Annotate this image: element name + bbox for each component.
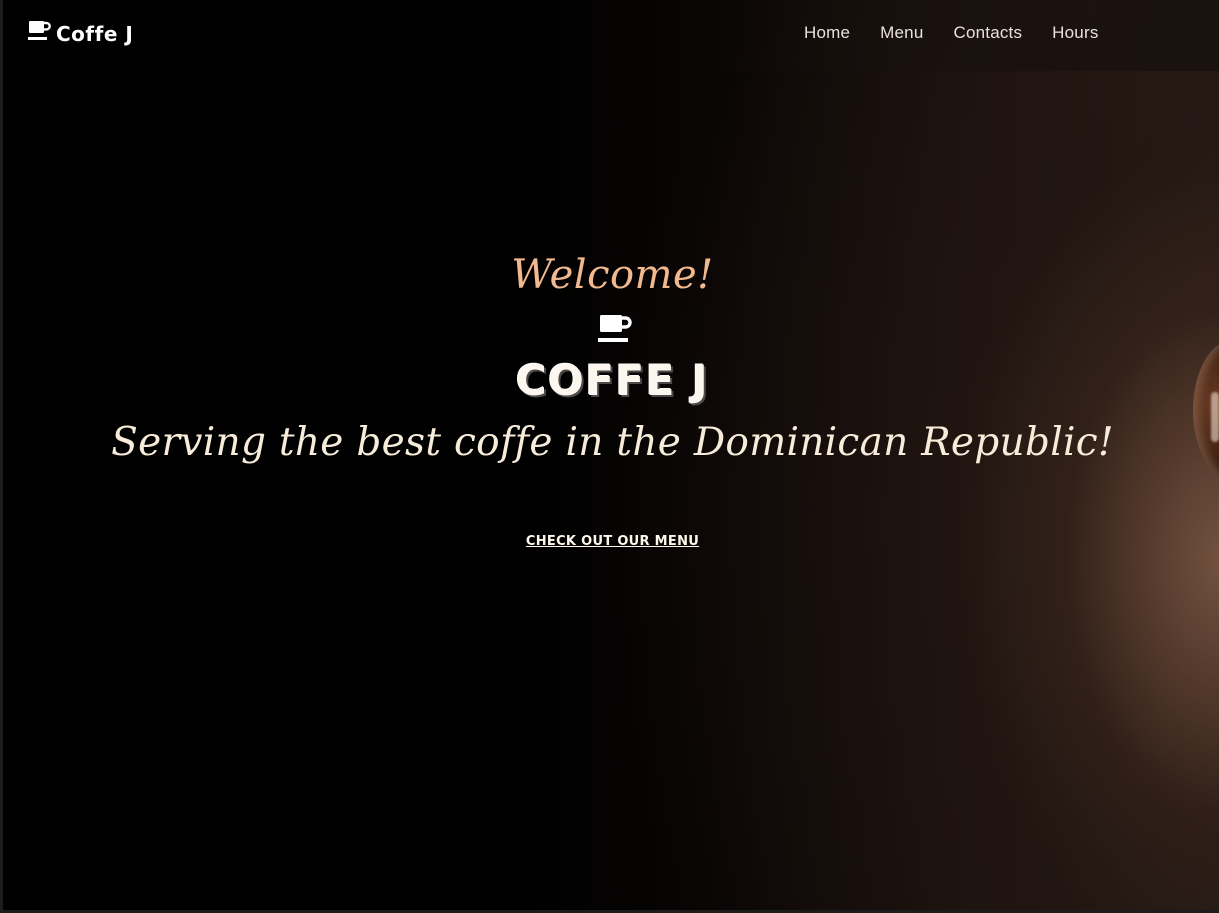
nav-home-link[interactable]: Home xyxy=(804,23,850,43)
cta-container: CHECK OUT OUR MENU xyxy=(3,532,1219,550)
nav-hours-link[interactable]: Hours xyxy=(1052,23,1098,43)
nav-contacts-link[interactable]: Contacts xyxy=(953,23,1022,43)
hero-tagline: Serving the best coffe in the Dominican … xyxy=(111,420,1114,465)
navbar: Coffe J Home Menu Contacts Hours xyxy=(3,0,1219,71)
nav-menu-link[interactable]: Menu xyxy=(880,23,923,43)
hero-title: COFFE J xyxy=(515,356,710,405)
brand-link[interactable]: Coffe J xyxy=(27,20,133,47)
welcome-heading: Welcome! xyxy=(511,252,714,298)
check-menu-link[interactable]: CHECK OUT OUR MENU xyxy=(526,534,699,549)
brand-name: Coffe J xyxy=(56,21,134,46)
page: Coffe J Home Menu Contacts Hours Welcome… xyxy=(0,0,1219,913)
coffee-cup-icon xyxy=(596,313,632,350)
coffee-cup-icon xyxy=(27,20,51,47)
nav-links: Home Menu Contacts Hours xyxy=(804,23,1099,43)
